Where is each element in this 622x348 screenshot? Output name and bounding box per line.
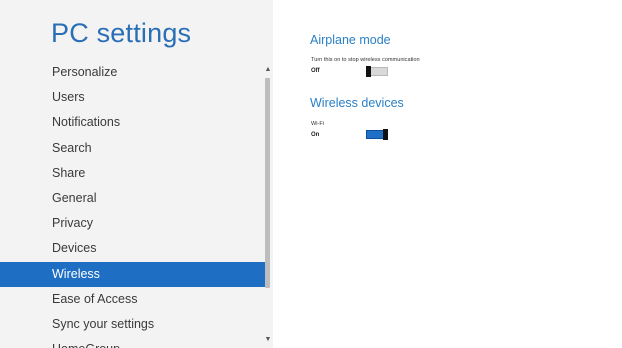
airplane-mode-state-label: Off (311, 68, 320, 74)
airplane-mode-heading: Airplane mode (310, 33, 391, 47)
scrollbar-thumb[interactable] (265, 78, 270, 288)
wireless-devices-heading: Wireless devices (310, 96, 404, 110)
nav-item-share[interactable]: Share (0, 161, 265, 186)
nav-item-wireless[interactable]: Wireless (0, 261, 265, 287)
nav-item-users[interactable]: Users (0, 85, 265, 110)
toggle-thumb[interactable] (383, 129, 388, 140)
toggle-thumb[interactable] (366, 66, 371, 77)
chevron-down-icon[interactable]: ▼ (264, 336, 272, 344)
nav-item-privacy[interactable]: Privacy (0, 211, 265, 236)
nav-item-devices[interactable]: Devices (0, 236, 265, 261)
nav-item-search[interactable]: Search (0, 136, 265, 161)
nav-item-personalize[interactable]: Personalize (0, 60, 265, 85)
nav-item-homegroup[interactable]: HomeGroup (0, 337, 265, 348)
nav-list: Personalize Users Notifications Search S… (0, 60, 265, 348)
nav-item-ease-of-access[interactable]: Ease of Access (0, 287, 265, 312)
wifi-toggle[interactable] (366, 129, 388, 140)
nav-item-general[interactable]: General (0, 186, 265, 211)
nav-item-notifications[interactable]: Notifications (0, 110, 265, 135)
wifi-label: Wi-Fi (311, 121, 325, 127)
chevron-up-icon[interactable]: ▲ (264, 66, 272, 74)
wifi-state-label: On (311, 132, 320, 138)
airplane-mode-toggle[interactable] (366, 66, 388, 77)
page-title: PC settings (51, 18, 192, 48)
nav-item-sync-settings[interactable]: Sync your settings (0, 312, 265, 337)
settings-nav-pane: PC settings Personalize Users Notificati… (0, 0, 273, 348)
nav-scrollbar[interactable]: ▲ ▼ (264, 64, 272, 348)
airplane-mode-caption: Turn this on to stop wireless communicat… (311, 57, 420, 63)
